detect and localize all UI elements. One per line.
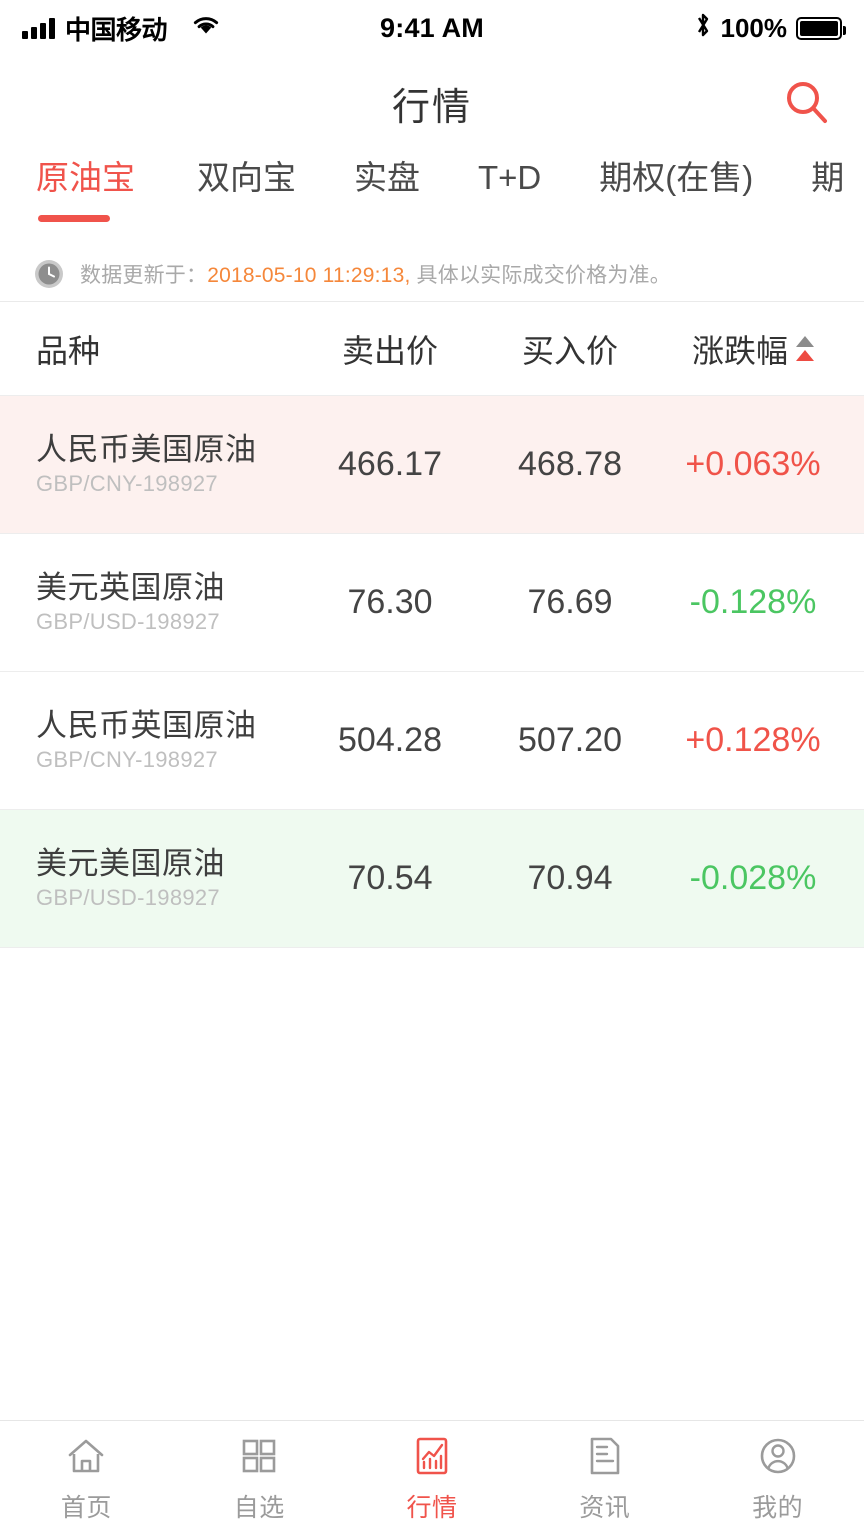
nav-item-quotes[interactable]: 行情 — [346, 1433, 519, 1524]
bottom-navigation-bar[interactable]: 首页 自选 行情 资讯 我的 — [0, 1420, 864, 1536]
row-buy-price: 507.20 — [518, 721, 622, 759]
chart-icon — [410, 1433, 454, 1479]
battery-percent-label: 100% — [720, 12, 788, 43]
search-icon[interactable] — [778, 74, 836, 132]
page-title: 行情 — [391, 86, 472, 129]
nav-item-profile[interactable]: 我的 — [691, 1433, 864, 1524]
clock-icon — [32, 257, 66, 291]
row-buy-price: 70.94 — [527, 859, 613, 897]
status-bar-left: 中国移动 — [22, 10, 221, 47]
nav-item-news[interactable]: 资讯 — [518, 1433, 691, 1524]
data-update-bar: 数据更新于：2018-05-10 11:29:13, 具体以实际成交价格为准。 — [0, 246, 864, 302]
signal-icon — [22, 17, 55, 39]
tab-label: 实盘 — [354, 159, 420, 196]
home-icon — [64, 1433, 108, 1479]
tab-shipan[interactable]: 实盘 — [354, 150, 450, 198]
quote-table-body: 人民币美国原油 GBP/CNY-198927 466.17 468.78 +0.… — [0, 396, 864, 948]
column-header-change-label: 涨跌幅 — [691, 332, 788, 369]
page-header: 行情 — [0, 56, 864, 150]
sort-triangles-icon[interactable] — [796, 336, 814, 361]
row-change-percent: -0.028% — [689, 859, 817, 897]
nav-label: 行情 — [406, 1494, 458, 1522]
tab-shuangxiangbao[interactable]: 双向宝 — [197, 150, 326, 198]
carrier-label: 中国移动 — [65, 14, 168, 45]
row-sell-price: 70.54 — [347, 859, 433, 897]
wifi-icon — [191, 14, 221, 43]
quote-table-header: 品种 卖出价 买入价 涨跌幅 — [0, 302, 864, 396]
app-root: 中国移动 9:41 AM 100% 行情 原油宝 双向宝 实盘 T+D 期权(在… — [0, 0, 864, 1536]
update-suffix-label: 具体以实际成交价格为准。 — [416, 263, 671, 287]
row-sell-price: 466.17 — [338, 445, 442, 483]
sort-ascending-triangle — [796, 336, 814, 347]
data-update-text: 数据更新于：2018-05-10 11:29:13, 具体以实际成交价格为准。 — [80, 259, 671, 289]
row-product-cell: 人民币美国原油 GBP/CNY-198927 — [0, 432, 300, 498]
column-header-change[interactable]: 涨跌幅 — [660, 326, 864, 372]
tab-label: 双向宝 — [197, 159, 296, 196]
status-bar-right: 100% — [694, 11, 846, 46]
bluetooth-icon — [694, 11, 712, 46]
row-product-name: 人民币英国原油 — [36, 707, 257, 743]
row-product-name: 人民币美国原油 — [36, 431, 257, 467]
row-buy-price: 76.69 — [527, 583, 613, 621]
row-product-name: 美元美国原油 — [36, 845, 225, 881]
row-product-cell: 美元英国原油 GBP/USD-198927 — [0, 570, 300, 636]
nav-label: 自选 — [233, 1494, 285, 1522]
tab-qiquan-onsale[interactable]: 期权(在售) — [599, 150, 783, 198]
row-product-code: GBP/USD-198927 — [36, 885, 220, 911]
table-row[interactable]: 人民币英国原油 GBP/CNY-198927 504.28 507.20 +0.… — [0, 672, 864, 810]
row-sell-price: 76.30 — [347, 583, 433, 621]
news-icon — [583, 1433, 627, 1479]
update-prefix-label: 数据更新于： — [80, 263, 208, 287]
nav-label: 首页 — [60, 1494, 112, 1522]
column-header-sell-price[interactable]: 卖出价 — [300, 326, 480, 372]
user-icon — [756, 1433, 800, 1479]
tab-label: 期权(在售) — [599, 159, 754, 196]
table-row[interactable]: 美元英国原油 GBP/USD-198927 76.30 76.69 -0.128… — [0, 534, 864, 672]
row-sell-price: 504.28 — [338, 721, 442, 759]
table-row[interactable]: 人民币美国原油 GBP/CNY-198927 466.17 468.78 +0.… — [0, 396, 864, 534]
tab-label: 期 — [811, 159, 845, 196]
column-header-name[interactable]: 品种 — [0, 326, 300, 372]
tab-label: 原油宝 — [36, 159, 135, 196]
tab-partial-next[interactable]: 期 — [811, 150, 864, 198]
sort-descending-triangle — [796, 350, 814, 361]
row-product-name: 美元英国原油 — [36, 569, 225, 605]
tab-active-underline — [38, 214, 110, 222]
row-buy-price: 468.78 — [518, 445, 622, 483]
nav-label: 资讯 — [579, 1494, 631, 1522]
row-product-cell: 人民币英国原油 GBP/CNY-198927 — [0, 708, 300, 774]
nav-item-watchlist[interactable]: 自选 — [173, 1433, 346, 1524]
empty-content-area — [0, 948, 864, 1420]
row-change-percent: -0.128% — [689, 583, 817, 621]
status-bar: 中国移动 9:41 AM 100% — [0, 0, 864, 56]
nav-item-home[interactable]: 首页 — [0, 1433, 173, 1524]
row-product-cell: 美元美国原油 GBP/USD-198927 — [0, 846, 300, 912]
battery-icon — [796, 16, 846, 40]
update-timestamp: 2018-05-10 11:29:13, — [207, 263, 411, 287]
column-header-buy-price[interactable]: 买入价 — [480, 326, 660, 372]
category-tab-bar[interactable]: 原油宝 双向宝 实盘 T+D 期权(在售) 期 — [0, 150, 864, 246]
tab-t-plus-d[interactable]: T+D — [478, 150, 571, 198]
tab-label: T+D — [478, 159, 542, 196]
grid-icon — [237, 1433, 281, 1479]
nav-label: 我的 — [752, 1494, 804, 1522]
row-change-percent: +0.063% — [685, 445, 821, 483]
row-product-code: GBP/USD-198927 — [36, 609, 220, 635]
row-product-code: GBP/CNY-198927 — [36, 471, 218, 497]
row-change-percent: +0.128% — [685, 721, 821, 759]
table-row[interactable]: 美元美国原油 GBP/USD-198927 70.54 70.94 -0.028… — [0, 810, 864, 948]
row-product-code: GBP/CNY-198927 — [36, 747, 218, 773]
tab-yuanyoubao[interactable]: 原油宝 — [36, 150, 165, 222]
